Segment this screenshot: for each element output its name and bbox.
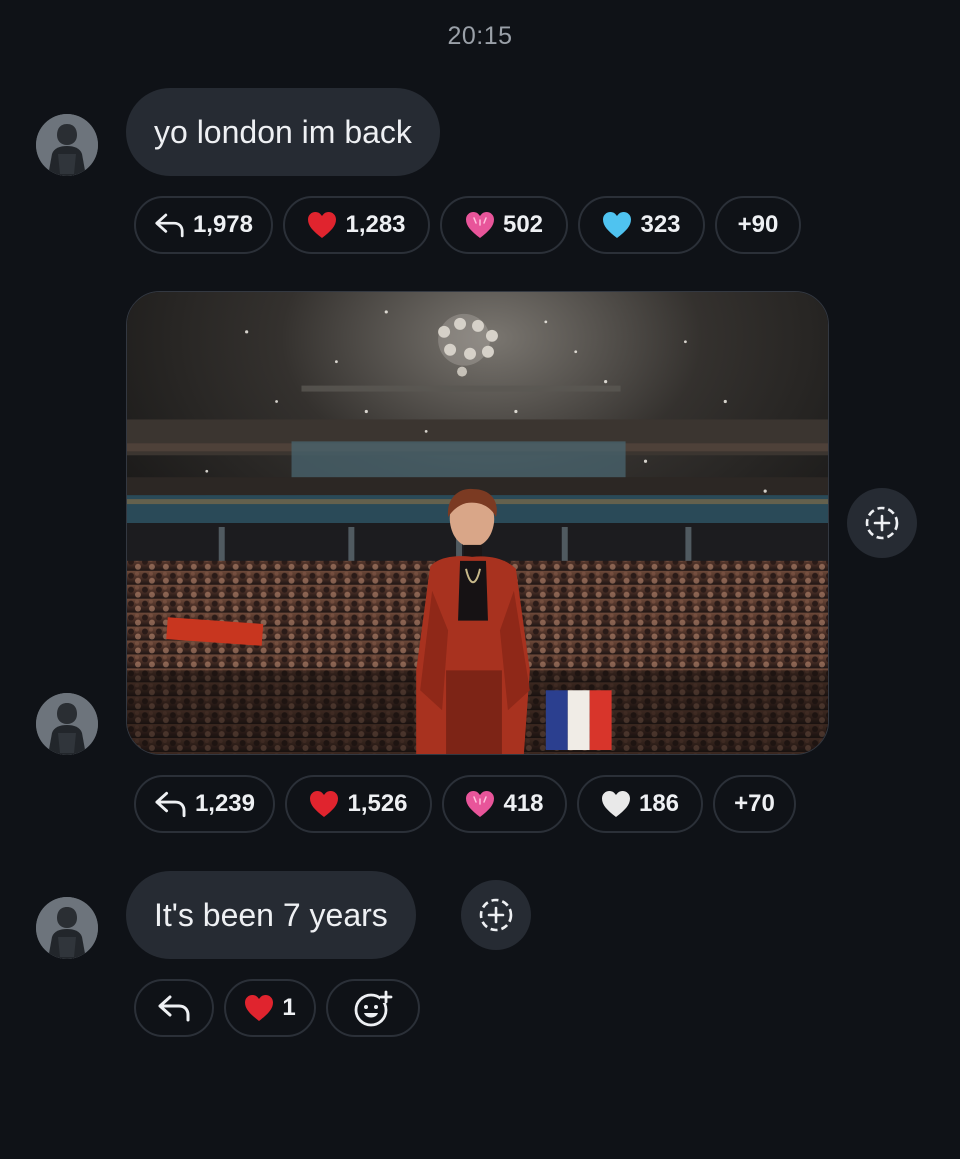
add-emoji-icon bbox=[354, 990, 393, 1027]
reaction-pill-pink-heart[interactable]: 418 bbox=[442, 775, 567, 833]
reaction-pill-blue-heart[interactable]: 323 bbox=[578, 196, 705, 254]
more-reactions-pill[interactable]: +70 bbox=[713, 775, 796, 833]
pink-heart-icon bbox=[465, 212, 494, 238]
reaction-count: 1 bbox=[282, 994, 296, 1021]
message-bubble[interactable]: yo london im back bbox=[126, 88, 440, 176]
reply-count: 1,978 bbox=[192, 211, 253, 238]
red-heart-icon bbox=[245, 995, 274, 1021]
timestamp: 20:15 bbox=[447, 22, 513, 50]
blue-heart-icon bbox=[603, 212, 632, 238]
reply-count: 1,239 bbox=[194, 790, 255, 817]
avatar-photo bbox=[36, 693, 98, 755]
reaction-pill-white-heart[interactable]: 186 bbox=[577, 775, 703, 833]
reaction-count: 1,283 bbox=[345, 211, 406, 238]
reaction-pill-pink-heart[interactable]: 502 bbox=[440, 196, 568, 254]
reply-icon bbox=[158, 995, 190, 1022]
reaction-count: 323 bbox=[640, 211, 681, 238]
concert-photo-image bbox=[127, 292, 828, 754]
reaction-bar: 1,978 1,283 502 323 +90 bbox=[134, 196, 801, 254]
reply-button[interactable] bbox=[134, 979, 214, 1037]
reaction-count: 502 bbox=[502, 211, 544, 238]
add-reaction-button[interactable] bbox=[847, 488, 917, 558]
red-heart-icon bbox=[310, 791, 339, 817]
reply-icon bbox=[155, 791, 186, 818]
add-reaction-button[interactable] bbox=[461, 880, 531, 950]
reaction-pill-red-heart[interactable]: 1,526 bbox=[285, 775, 432, 833]
avatar[interactable] bbox=[36, 114, 98, 176]
reaction-count: 186 bbox=[638, 790, 680, 817]
more-reactions-count: +70 bbox=[734, 790, 775, 817]
avatar[interactable] bbox=[36, 693, 98, 755]
reaction-pill-red-heart[interactable]: 1 bbox=[224, 979, 316, 1037]
concert-stage-photo[interactable] bbox=[126, 291, 829, 755]
add-reaction-icon bbox=[479, 898, 513, 932]
pink-heart-icon bbox=[466, 791, 495, 817]
reply-icon bbox=[155, 213, 184, 238]
reaction-count: 418 bbox=[503, 790, 544, 817]
avatar-photo bbox=[36, 897, 98, 959]
more-reactions-pill[interactable]: +90 bbox=[715, 196, 801, 254]
reaction-pill-red-heart[interactable]: 1,283 bbox=[283, 196, 430, 254]
avatar[interactable] bbox=[36, 897, 98, 959]
reply-count-pill[interactable]: 1,239 bbox=[134, 775, 275, 833]
add-emoji-button[interactable] bbox=[326, 979, 420, 1037]
reaction-count: 1,526 bbox=[347, 790, 408, 817]
reaction-bar: 1 bbox=[134, 979, 420, 1037]
reaction-bar: 1,239 1,526 418 186 +70 bbox=[134, 775, 796, 833]
add-reaction-icon bbox=[865, 506, 899, 540]
red-heart-icon bbox=[308, 212, 337, 238]
more-reactions-count: +90 bbox=[737, 211, 779, 238]
message-bubble[interactable]: It's been 7 years bbox=[126, 871, 416, 959]
reply-count-pill[interactable]: 1,978 bbox=[134, 196, 273, 254]
chat-screen: 20:15 yo london im back 1,978 1,283 502 … bbox=[0, 0, 960, 1159]
white-heart-icon bbox=[601, 791, 630, 817]
avatar-photo bbox=[36, 114, 98, 176]
